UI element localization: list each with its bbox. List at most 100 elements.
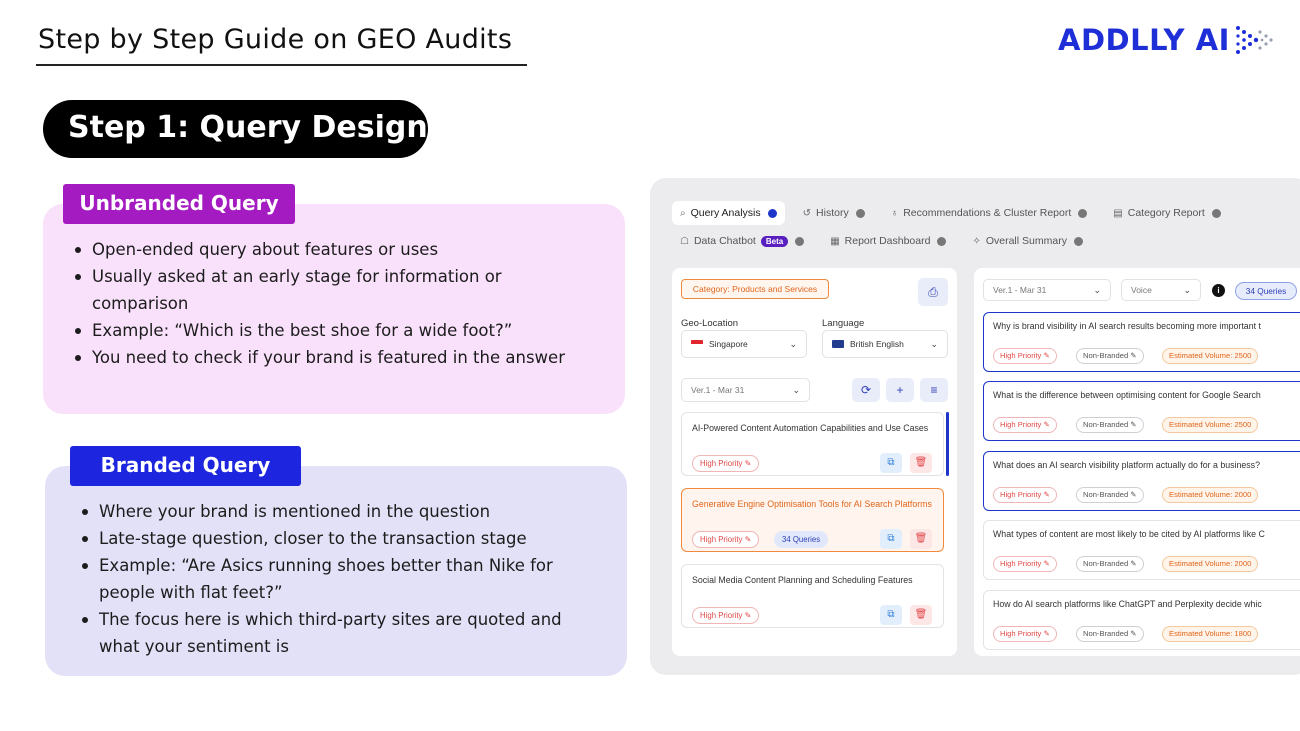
priority-chip[interactable]: High Priority ✎ — [692, 607, 760, 624]
singapore-flag-icon — [691, 340, 703, 348]
category-chip[interactable]: Category: Products and Services — [681, 279, 829, 299]
copy-icon: ⧉ — [887, 457, 895, 468]
priority-chip[interactable]: High Priority ✎ — [993, 556, 1057, 572]
delete-button[interactable]: 🗑 — [910, 529, 932, 549]
branding-label: Non-Branded — [1083, 559, 1129, 568]
queries-count-chip: 34 Queries — [774, 531, 829, 548]
info-icon[interactable] — [767, 208, 777, 218]
tab-query-analysis[interactable]: ⌕ Query Analysis — [672, 201, 785, 225]
query-card[interactable]: What does an AI search visibility platfo… — [983, 451, 1300, 511]
pencil-icon: ✎ — [1130, 351, 1137, 360]
scrollbar[interactable] — [946, 412, 949, 476]
pencil-icon: ✎ — [1130, 420, 1137, 429]
chevron-down-icon: ⌄ — [792, 385, 800, 395]
language-value: British English — [850, 339, 904, 349]
tab-report-dashboard[interactable]: ▦ Report Dashboard — [822, 229, 954, 253]
priority-label: High Priority — [700, 611, 743, 620]
priority-chip[interactable]: High Priority ✎ — [993, 348, 1057, 364]
info-icon[interactable] — [855, 208, 865, 218]
topic-title: Generative Engine Optimisation Tools for… — [692, 499, 932, 509]
voice-select[interactable]: Voice ⌄ — [1121, 279, 1201, 301]
info-icon[interactable] — [1211, 208, 1221, 218]
volume-chip: Estimated Volume: 2500 — [1162, 348, 1259, 364]
priority-label: High Priority — [1000, 629, 1042, 638]
chevron-down-icon: ⌄ — [789, 339, 797, 349]
chevron-down-icon: ⌄ — [930, 339, 938, 349]
tab-label: Recommendations & Cluster Report — [903, 207, 1072, 219]
language-label: Language — [822, 318, 865, 329]
beta-badge: Beta — [760, 235, 789, 247]
copy-button[interactable]: ⧉ — [880, 605, 902, 625]
chevron-arrow-icon — [1235, 26, 1273, 54]
info-icon[interactable] — [795, 236, 805, 246]
info-icon[interactable] — [1078, 208, 1088, 218]
priority-chip[interactable]: High Priority ✎ — [692, 531, 760, 548]
pencil-icon: ✎ — [1043, 559, 1050, 568]
export-button[interactable]: ⎙ — [918, 278, 948, 306]
query-text: What types of content are most likely to… — [993, 529, 1265, 539]
query-text: How do AI search platforms like ChatGPT … — [993, 599, 1262, 609]
lightbulb-icon: ♁ — [890, 207, 899, 219]
filter-icon: ≡ — [930, 383, 938, 397]
branding-chip[interactable]: Non-Branded ✎ — [1076, 487, 1144, 503]
branding-chip[interactable]: Non-Branded ✎ — [1076, 626, 1144, 642]
query-card[interactable]: What is the difference between optimisin… — [983, 381, 1300, 441]
info-icon[interactable] — [937, 236, 947, 246]
query-card[interactable]: What types of content are most likely to… — [983, 520, 1300, 580]
info-icon[interactable]: i — [1212, 284, 1225, 297]
volume-chip: Estimated Volume: 2000 — [1162, 556, 1259, 572]
document-icon: ▤ — [1113, 207, 1123, 219]
priority-chip[interactable]: High Priority ✎ — [993, 626, 1057, 642]
add-button[interactable]: + — [886, 378, 914, 402]
history-icon: ↺ — [802, 207, 812, 219]
pencil-icon: ✎ — [1130, 559, 1137, 568]
query-count-chip: 34 Queries — [1235, 282, 1297, 300]
topic-card-selected[interactable]: Generative Engine Optimisation Tools for… — [681, 488, 944, 552]
pencil-icon: ✎ — [1043, 420, 1050, 429]
branding-chip[interactable]: Non-Branded ✎ — [1076, 556, 1144, 572]
pencil-icon: ✎ — [744, 459, 752, 468]
pencil-icon: ✎ — [1130, 490, 1137, 499]
copy-button[interactable]: ⧉ — [880, 453, 902, 473]
query-card[interactable]: Why is brand visibility in AI search res… — [983, 312, 1300, 372]
tab-overall-summary[interactable]: ✧ Overall Summary — [964, 229, 1091, 253]
priority-label: High Priority — [1000, 559, 1042, 568]
branding-label: Non-Branded — [1083, 629, 1129, 638]
topic-title: Social Media Content Planning and Schedu… — [692, 575, 913, 585]
bullet-point: Example: “Are Asics running shoes better… — [79, 552, 599, 606]
geo-location-label: Geo-Location — [681, 318, 739, 329]
delete-button[interactable]: 🗑 — [910, 453, 932, 473]
geo-location-value: Singapore — [709, 339, 748, 349]
query-card[interactable]: How do AI search platforms like ChatGPT … — [983, 590, 1300, 650]
copy-button[interactable]: ⧉ — [880, 529, 902, 549]
tab-recommendations[interactable]: ♁ Recommendations & Cluster Report — [883, 201, 1096, 225]
version-select[interactable]: Ver.1 - Mar 31 ⌄ — [983, 279, 1111, 301]
info-icon[interactable] — [1073, 236, 1083, 246]
branding-chip[interactable]: Non-Branded ✎ — [1076, 348, 1144, 364]
tab-history[interactable]: ↺ History — [795, 201, 873, 225]
trash-icon: 🗑 — [914, 609, 928, 620]
pencil-icon: ✎ — [1043, 351, 1050, 360]
topic-title: AI-Powered Content Automation Capabiliti… — [692, 423, 929, 433]
tab-data-chatbot[interactable]: ☖ Data Chatbot Beta — [672, 229, 812, 253]
topic-card[interactable]: AI-Powered Content Automation Capabiliti… — [681, 412, 944, 476]
branding-chip[interactable]: Non-Branded ✎ — [1076, 417, 1144, 433]
filter-button[interactable]: ≡ — [920, 378, 948, 402]
pencil-icon: ✎ — [1043, 490, 1050, 499]
topic-card[interactable]: Social Media Content Planning and Schedu… — [681, 564, 944, 628]
chevron-down-icon: ⌄ — [1183, 285, 1191, 295]
trash-icon: 🗑 — [914, 533, 928, 544]
priority-chip[interactable]: High Priority ✎ — [692, 455, 760, 472]
bullet-point: You need to check if your brand is featu… — [72, 344, 602, 371]
priority-chip[interactable]: High Priority ✎ — [993, 417, 1057, 433]
geo-location-select[interactable]: Singapore ⌄ — [681, 330, 807, 358]
refresh-button[interactable]: ⟳ — [852, 378, 880, 402]
delete-button[interactable]: 🗑 — [910, 605, 932, 625]
query-text: What is the difference between optimisin… — [993, 390, 1261, 400]
version-select[interactable]: Ver.1 - Mar 31 ⌄ — [681, 378, 810, 402]
query-text: Why is brand visibility in AI search res… — [993, 321, 1261, 331]
priority-chip[interactable]: High Priority ✎ — [993, 487, 1057, 503]
tab-category-report[interactable]: ▤ Category Report — [1105, 201, 1229, 225]
copy-icon: ⧉ — [887, 609, 895, 620]
language-select[interactable]: British English ⌄ — [822, 330, 948, 358]
